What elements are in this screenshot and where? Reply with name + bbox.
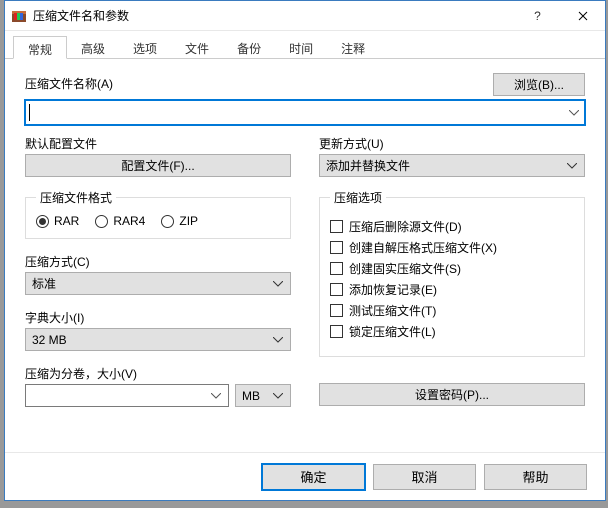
update-mode-select[interactable]: 添加并替换文件	[319, 154, 585, 177]
check-delete-after[interactable]: 压缩后删除源文件(D)	[330, 218, 574, 235]
general-page: 压缩文件名称(A) 浏览(B)... 默认配置文件 配置文件(F)... 更新方…	[5, 59, 605, 452]
tab-strip: 常规 高级 选项 文件 备份 时间 注释	[5, 31, 605, 59]
update-mode-label: 更新方式(U)	[319, 135, 585, 152]
text-cursor	[29, 104, 30, 121]
split-unit-select[interactable]: MB	[235, 384, 291, 407]
tab-comment[interactable]: 注释	[327, 36, 379, 59]
dictionary-size-select[interactable]: 32 MB	[25, 328, 291, 351]
check-recovery[interactable]: 添加恢复记录(E)	[330, 281, 574, 298]
app-icon	[11, 8, 27, 24]
radio-rar[interactable]: RAR	[36, 214, 79, 228]
radio-zip[interactable]: ZIP	[161, 214, 198, 228]
tab-backup[interactable]: 备份	[223, 36, 275, 59]
tab-time[interactable]: 时间	[275, 36, 327, 59]
archive-options-group: 压缩选项 压缩后删除源文件(D) 创建自解压格式压缩文件(X) 创建固实压缩文件…	[319, 189, 585, 357]
cancel-button[interactable]: 取消	[373, 464, 476, 490]
tab-general[interactable]: 常规	[13, 36, 67, 59]
ok-button[interactable]: 确定	[262, 464, 365, 490]
chevron-down-icon	[270, 329, 286, 350]
check-sfx[interactable]: 创建自解压格式压缩文件(X)	[330, 239, 574, 256]
archive-name-label: 压缩文件名称(A)	[25, 75, 113, 92]
split-size-input[interactable]	[25, 384, 229, 407]
browse-button[interactable]: 浏览(B)...	[493, 73, 585, 96]
window-title: 压缩文件名和参数	[33, 7, 515, 24]
check-test[interactable]: 测试压缩文件(T)	[330, 302, 574, 319]
chevron-down-icon[interactable]	[565, 103, 582, 122]
tab-advanced[interactable]: 高级	[67, 36, 119, 59]
dictionary-size-label: 字典大小(I)	[25, 309, 291, 326]
help-footer-button[interactable]: 帮助	[484, 464, 587, 490]
profiles-button[interactable]: 配置文件(F)...	[25, 154, 291, 177]
archive-name-input[interactable]	[25, 100, 585, 125]
archive-dialog: 压缩文件名和参数 ? 常规 高级 选项 文件 备份 时间 注释 压缩文件名称(A…	[4, 0, 606, 501]
check-lock[interactable]: 锁定压缩文件(L)	[330, 323, 574, 340]
check-solid[interactable]: 创建固实压缩文件(S)	[330, 260, 574, 277]
dialog-footer: 确定 取消 帮助	[5, 452, 605, 500]
chevron-down-icon	[270, 385, 286, 406]
chevron-down-icon	[208, 385, 224, 406]
radio-rar4[interactable]: RAR4	[95, 214, 145, 228]
help-button[interactable]: ?	[515, 1, 560, 30]
titlebar: 压缩文件名和参数 ?	[5, 1, 605, 31]
compression-method-select[interactable]: 标准	[25, 272, 291, 295]
close-button[interactable]	[560, 1, 605, 30]
archive-format-legend: 压缩文件格式	[36, 189, 116, 206]
archive-options-legend: 压缩选项	[330, 189, 386, 206]
chevron-down-icon	[564, 155, 580, 176]
split-volumes-label: 压缩为分卷，大小(V)	[25, 365, 291, 382]
tab-files[interactable]: 文件	[171, 36, 223, 59]
compression-method-label: 压缩方式(C)	[25, 253, 291, 270]
chevron-down-icon	[270, 273, 286, 294]
archive-format-group: 压缩文件格式 RAR RAR4 ZIP	[25, 189, 291, 239]
default-profile-label: 默认配置文件	[25, 135, 291, 152]
tab-options[interactable]: 选项	[119, 36, 171, 59]
set-password-button[interactable]: 设置密码(P)...	[319, 383, 585, 406]
